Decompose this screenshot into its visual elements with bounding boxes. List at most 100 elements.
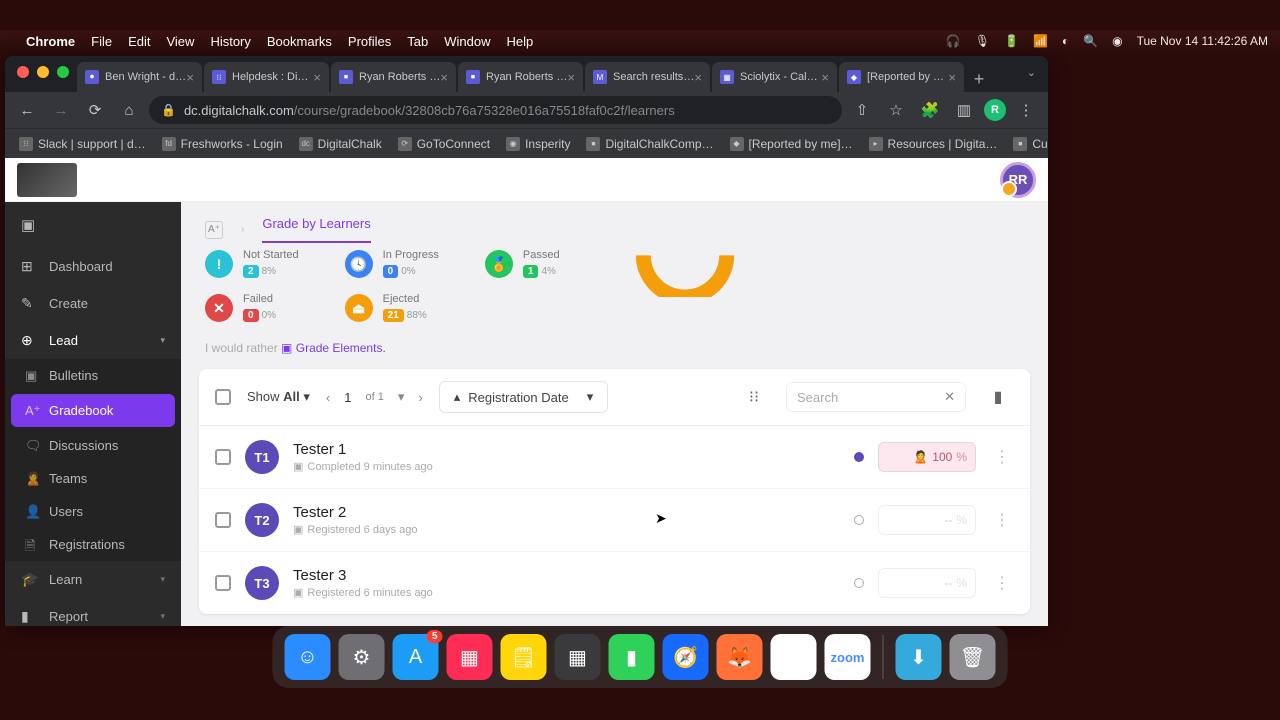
dock-app[interactable]: ☺ <box>285 634 331 680</box>
row-menu-icon[interactable]: ⋮ <box>990 447 1014 467</box>
bookmark-item[interactable]: ⏹DigitalChalkComp… <box>580 134 719 154</box>
close-tab-icon[interactable]: × <box>313 70 321 85</box>
wifi-icon[interactable]: 📶 <box>1033 34 1048 48</box>
dock-app[interactable]: ◉ <box>771 634 817 680</box>
address-bar[interactable]: 🔒 dc.digitalchalk.com/course/gradebook/3… <box>149 96 842 124</box>
browser-tab[interactable]: ◆[Reported by me] …× <box>839 62 964 92</box>
browser-tab[interactable]: ⏹Ryan Roberts Grad…× <box>331 62 456 92</box>
close-tab-icon[interactable]: × <box>948 70 956 85</box>
chrome-menu-icon[interactable]: ⋮ <box>1012 96 1040 124</box>
close-tab-icon[interactable]: × <box>694 70 702 85</box>
home-button[interactable]: ⌂ <box>115 96 143 124</box>
row-checkbox[interactable] <box>215 512 231 528</box>
learner-row[interactable]: T1 Tester 1 ▣Completed 9 minutes ago 🙎 1… <box>199 426 1030 489</box>
page-next[interactable]: › <box>418 390 422 405</box>
window-minimize[interactable] <box>37 66 49 78</box>
dock-app[interactable]: 🦊 <box>717 634 763 680</box>
bookmark-item[interactable]: ⏹Customers <box>1007 134 1048 154</box>
sidebar-item-learn[interactable]: 🎓Learn▾ <box>5 561 181 598</box>
show-filter[interactable]: Show All ▾ <box>247 389 310 405</box>
bookmark-item[interactable]: ◉Insperity <box>500 134 576 154</box>
stats-icon[interactable]: ▮ <box>982 381 1014 413</box>
dock-app[interactable]: ▦ <box>447 634 493 680</box>
sidebar-sub-registrations[interactable]: 🗎Registrations <box>5 528 181 561</box>
grade-elements-link[interactable]: Grade Elements. <box>296 341 386 355</box>
sidebar-item-report[interactable]: ▮Report▾ <box>5 598 181 626</box>
menu-file[interactable]: File <box>91 34 112 49</box>
search-input[interactable]: Search ✕ <box>786 382 966 412</box>
row-checkbox[interactable] <box>215 449 231 465</box>
menu-bookmarks[interactable]: Bookmarks <box>267 34 332 49</box>
mic-icon[interactable]: 🎙 <box>975 34 990 48</box>
sidebar-sub-discussions[interactable]: 🗨Discussions <box>5 429 181 462</box>
dock-app[interactable]: 🧭 <box>663 634 709 680</box>
reload-button[interactable]: ⟳ <box>81 96 109 124</box>
menu-history[interactable]: History <box>210 34 250 49</box>
back-button[interactable]: ← <box>13 96 41 124</box>
browser-tab[interactable]: ⏹Ryan Roberts Dash…× <box>458 62 583 92</box>
page-select-icon[interactable]: ▾ <box>398 389 405 405</box>
dock-app[interactable]: ▮ <box>609 634 655 680</box>
tab-grade-by-learners[interactable]: Grade by Learners <box>262 216 370 243</box>
row-menu-icon[interactable]: ⋮ <box>990 573 1014 593</box>
menu-view[interactable]: View <box>166 34 194 49</box>
dock-app[interactable]: ⬇ <box>896 634 942 680</box>
user-avatar[interactable]: RR <box>1000 162 1036 198</box>
menu-app[interactable]: Chrome <box>26 34 75 49</box>
bookmark-item[interactable]: fdFreshworks - Login <box>156 134 289 154</box>
grade-input[interactable]: -- % <box>878 505 976 535</box>
menu-profiles[interactable]: Profiles <box>348 34 391 49</box>
close-tab-icon[interactable]: × <box>440 70 448 85</box>
grade-input[interactable]: -- % <box>878 568 976 598</box>
browser-tab[interactable]: ▦Sciolytix - Calend…× <box>712 62 837 92</box>
learner-row[interactable]: T2 Tester 2 ▣Registered 6 days ago -- % … <box>199 489 1030 552</box>
sidebar-item-lead[interactable]: ⊕Lead▾ <box>5 322 181 359</box>
profile-avatar[interactable]: R <box>984 99 1006 121</box>
sidebar-sub-teams[interactable]: 🙎Teams <box>5 462 181 495</box>
browser-tab[interactable]: ⏺Ben Wright - digit…× <box>77 62 202 92</box>
dock-app[interactable]: 🗑 <box>950 634 996 680</box>
control-center-icon[interactable]: ◐ <box>1062 34 1069 48</box>
app-logo[interactable] <box>17 163 77 197</box>
close-tab-icon[interactable]: × <box>186 70 194 85</box>
browser-tab[interactable]: MSearch results - ry…× <box>585 62 710 92</box>
sidebar-sub-users[interactable]: 👤Users <box>5 495 181 528</box>
menu-window[interactable]: Window <box>444 34 490 49</box>
siri-icon[interactable]: ◉ <box>1112 34 1122 48</box>
select-all-checkbox[interactable] <box>215 389 231 405</box>
row-menu-icon[interactable]: ⋮ <box>990 510 1014 530</box>
sort-dropdown[interactable]: ▴ Registration Date ▾ <box>439 381 609 413</box>
sidebar-item-dashboard[interactable]: ⊞Dashboard <box>5 248 181 285</box>
sidebar-sub-bulletins[interactable]: ▣Bulletins <box>5 359 181 392</box>
bookmark-item[interactable]: ▸Resources | Digita… <box>863 134 1004 154</box>
dock-app[interactable]: ▦ <box>555 634 601 680</box>
bookmark-item[interactable]: ⁝⁝Slack | support | d… <box>13 134 152 154</box>
filter-icon[interactable]: ⁝⁝ <box>738 381 770 413</box>
gradebook-icon[interactable]: A⁺ <box>205 221 223 239</box>
clear-search-icon[interactable]: ✕ <box>944 389 955 405</box>
dock-app[interactable]: ⚙ <box>339 634 385 680</box>
menu-tab[interactable]: Tab <box>407 34 428 49</box>
dock-app[interactable]: 🗒 <box>501 634 547 680</box>
sidebar-item-create[interactable]: ✎Create <box>5 285 181 322</box>
close-tab-icon[interactable]: × <box>821 70 829 85</box>
clock[interactable]: Tue Nov 14 11:42:26 AM <box>1137 34 1268 48</box>
grade-input[interactable]: 🙎 100 % <box>878 442 976 472</box>
learner-row[interactable]: T3 Tester 3 ▣Registered 6 minutes ago --… <box>199 552 1030 614</box>
spotlight-icon[interactable]: 🔍 <box>1083 34 1098 48</box>
menu-help[interactable]: Help <box>507 34 534 49</box>
battery-icon[interactable]: 🔋 <box>1004 34 1019 48</box>
sidebar-sub-gradebook[interactable]: A⁺Gradebook <box>11 394 175 427</box>
close-tab-icon[interactable]: × <box>567 70 575 85</box>
bookmark-item[interactable]: ◆[Reported by me]… <box>724 134 859 154</box>
page-prev[interactable]: ‹ <box>326 390 330 405</box>
dock-app[interactable]: A <box>393 634 439 680</box>
new-tab-button[interactable]: + <box>966 66 992 92</box>
extensions-icon[interactable]: 🧩 <box>916 96 944 124</box>
dock-app[interactable]: zoom <box>825 634 871 680</box>
headphones-icon[interactable]: 🎧 <box>946 34 961 48</box>
bookmark-star-icon[interactable]: ☆ <box>882 96 910 124</box>
bookmark-item[interactable]: dcDigitalChalk <box>293 134 388 154</box>
bookmark-item[interactable]: ⟳GoToConnect <box>392 134 496 154</box>
side-panel-icon[interactable]: ▥ <box>950 96 978 124</box>
